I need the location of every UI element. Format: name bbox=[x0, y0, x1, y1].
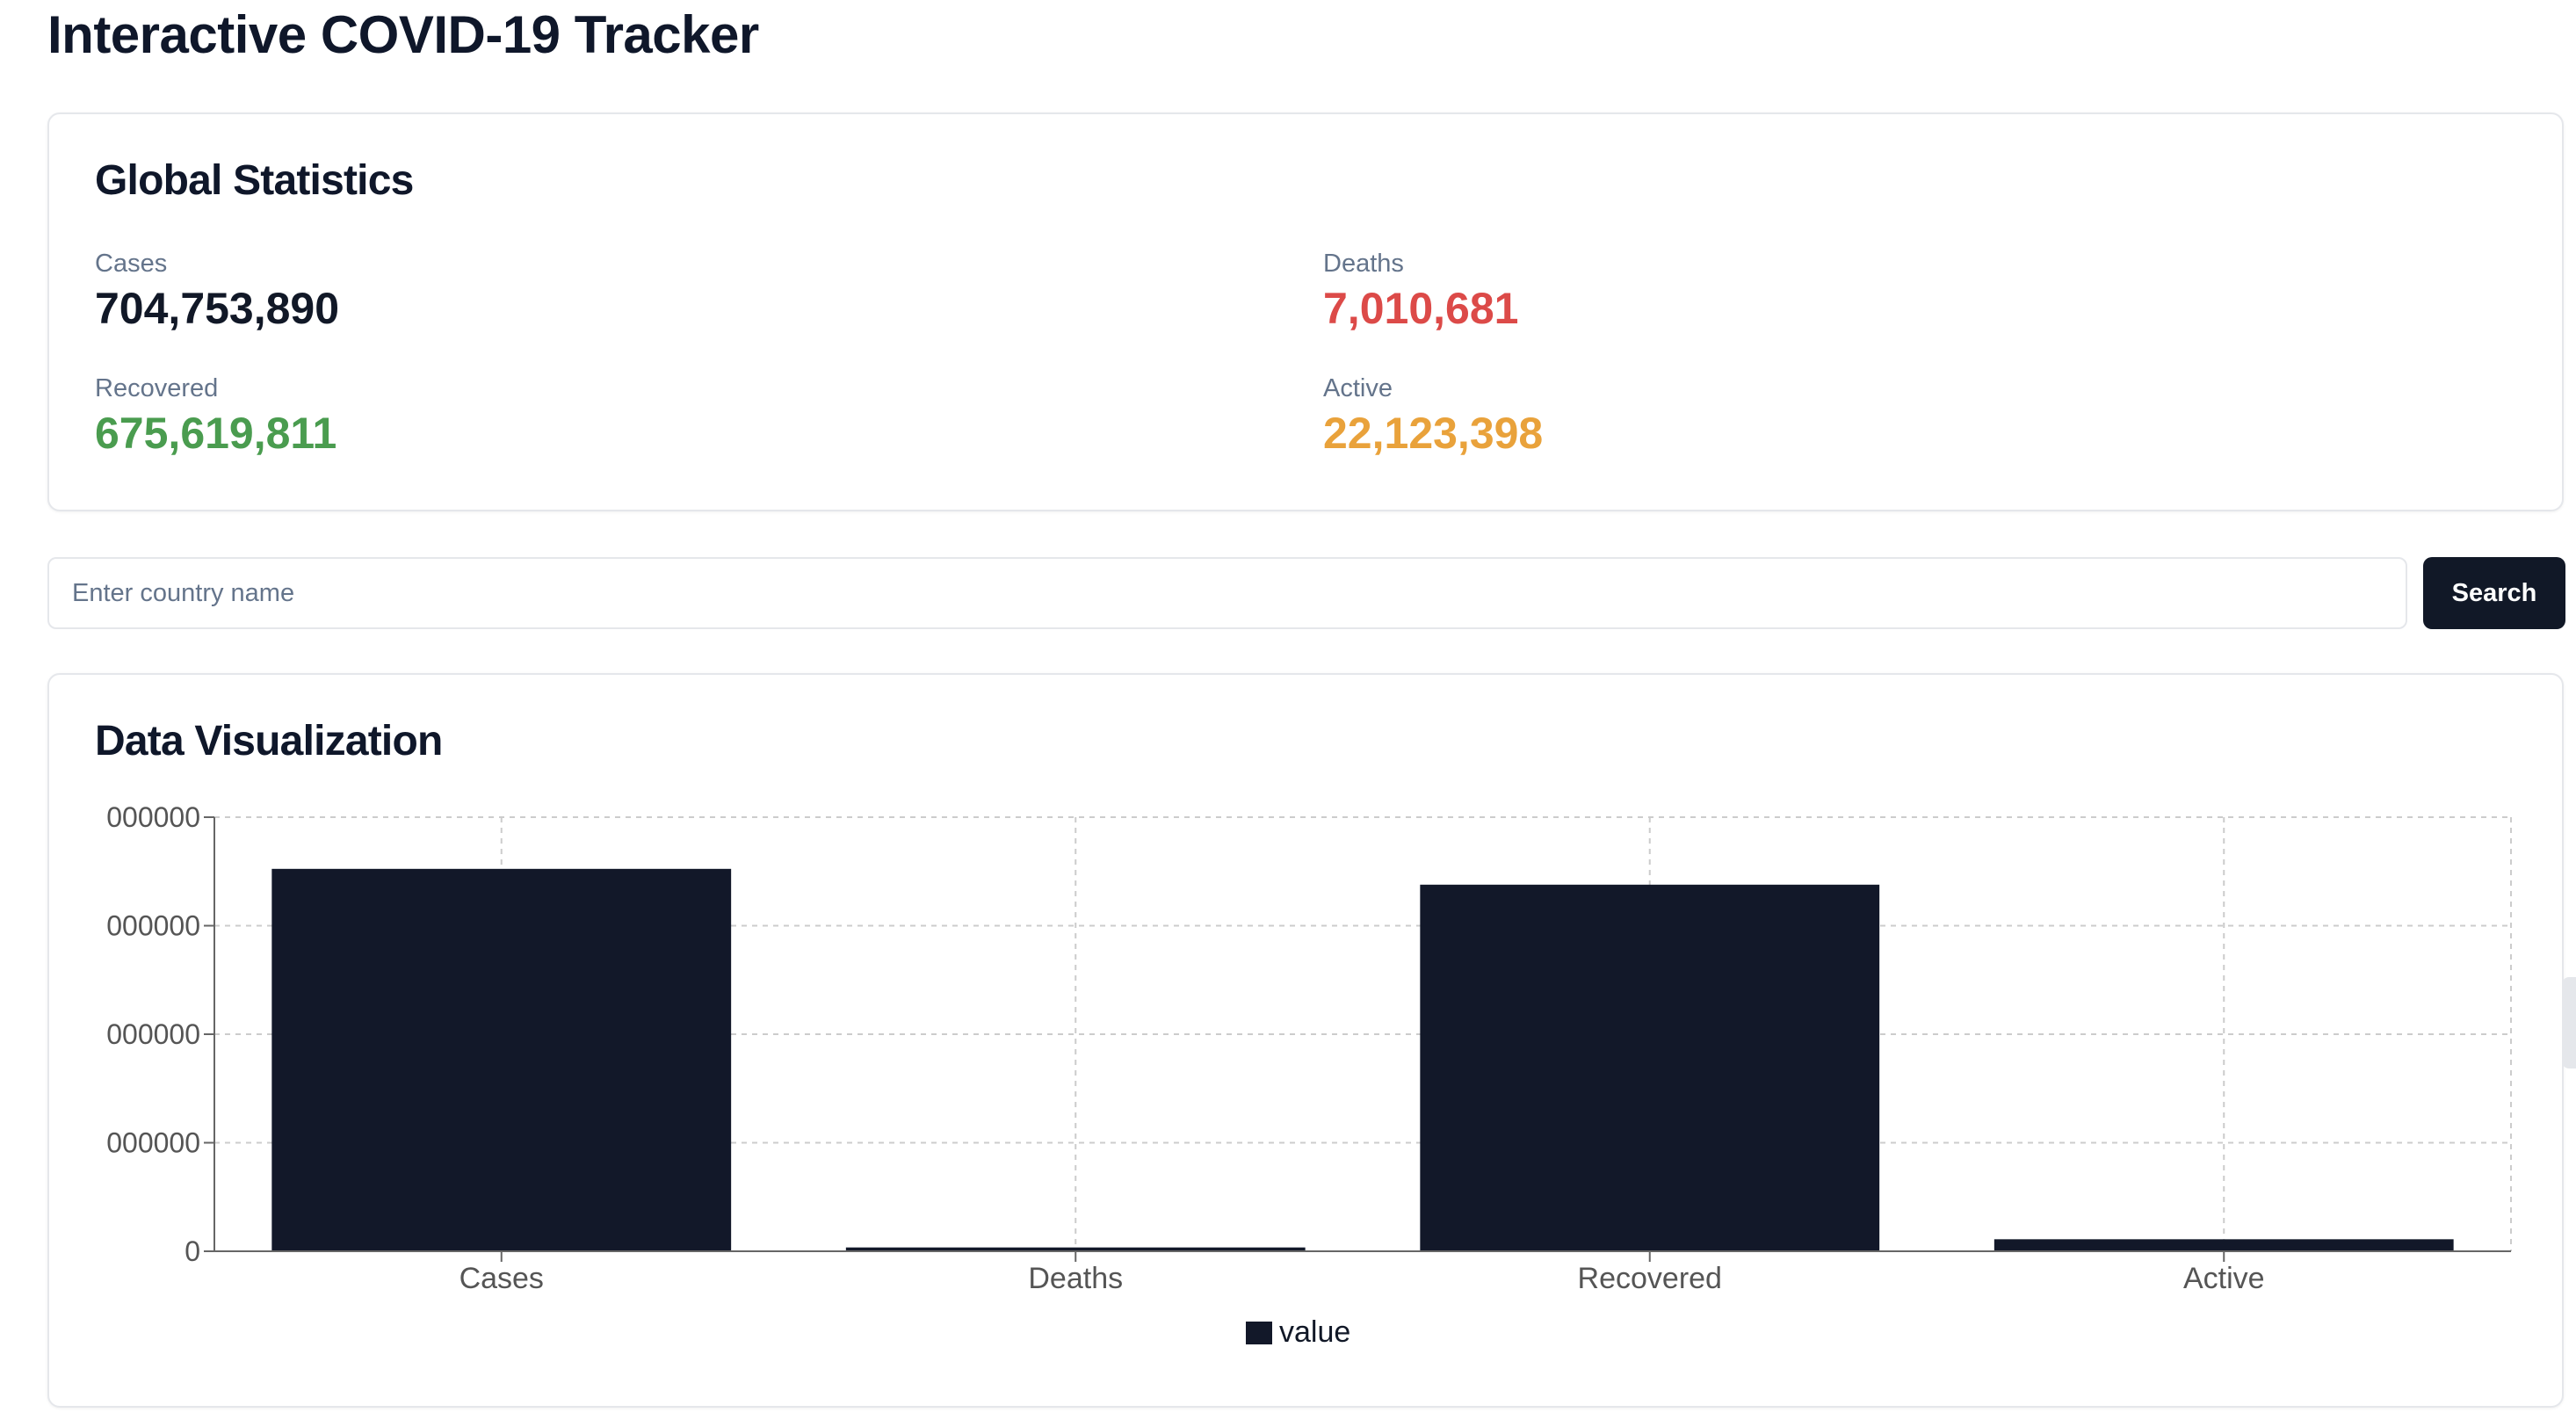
bar-active bbox=[1994, 1239, 2454, 1251]
y-tick-label: 0 bbox=[185, 1235, 200, 1267]
page: Interactive COVID-19 Tracker Global Stat… bbox=[0, 0, 2576, 1427]
y-tick-label: 000000 bbox=[106, 1018, 200, 1050]
legend-swatch bbox=[1246, 1322, 1272, 1344]
x-tick-label: Active bbox=[2183, 1262, 2265, 1295]
x-tick-label: Deaths bbox=[1028, 1262, 1123, 1295]
bar-chart: 0000000000000000000000000Cases Deaths Reco… bbox=[106, 801, 2512, 1349]
x-tick-label: Cases bbox=[459, 1262, 544, 1295]
window-edge-handle bbox=[2562, 977, 2576, 1068]
bar-cases bbox=[271, 868, 732, 1251]
y-tick-label: 000000 bbox=[106, 1127, 200, 1159]
x-tick-label: Recovered bbox=[1578, 1262, 1722, 1295]
y-tick-label: 000000 bbox=[106, 801, 200, 833]
y-tick-label: 000000 bbox=[106, 910, 200, 942]
bar-recovered bbox=[1420, 884, 1880, 1251]
legend-label: value bbox=[1279, 1315, 1350, 1349]
